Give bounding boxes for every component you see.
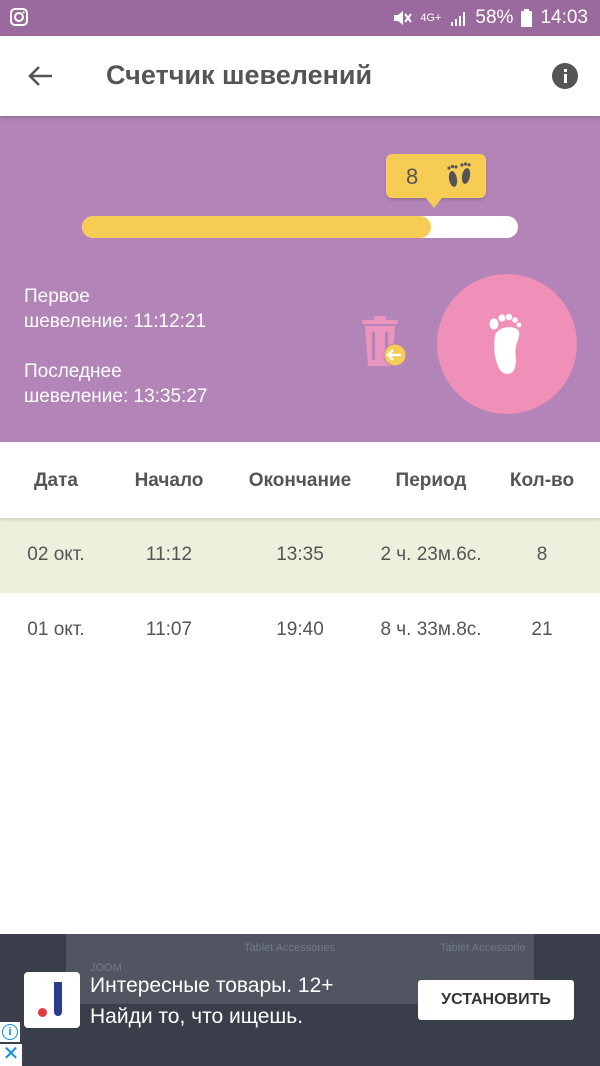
battery-icon bbox=[521, 9, 533, 27]
battery-percent: 58% bbox=[475, 7, 514, 28]
cell-end: 13:35 bbox=[276, 544, 324, 565]
instagram-icon bbox=[10, 8, 28, 26]
ad-subline: Найди то, что ищешь. bbox=[90, 1005, 304, 1028]
kick-count: 8 bbox=[406, 164, 419, 189]
table-row[interactable]: 02 окт. 11:12 13:35 2 ч. 23м.6с. 8 bbox=[0, 518, 600, 593]
page-title: Счетчик шевелений bbox=[106, 60, 373, 90]
info-icon[interactable] bbox=[552, 63, 578, 89]
progress-fill bbox=[82, 216, 431, 238]
column-header-count: Кол-во bbox=[509, 470, 575, 491]
last-kick-line2: шевеление: 13:35:27 bbox=[24, 386, 208, 407]
cell-start: 11:07 bbox=[145, 619, 193, 640]
cell-date: 01 окт. bbox=[27, 619, 85, 640]
baby-feet-icon bbox=[447, 162, 471, 187]
last-kick-line1: Последнее bbox=[24, 361, 122, 382]
signal-icon bbox=[451, 12, 466, 26]
column-header-date: Дата bbox=[34, 470, 78, 491]
mute-icon bbox=[394, 11, 413, 25]
status-bar: 4G+ 58% 14:03 bbox=[0, 0, 600, 36]
ad-close-icon[interactable]: ✕ bbox=[0, 1044, 22, 1066]
cell-date: 02 окт. bbox=[27, 544, 85, 565]
app-bar: Счетчик шевелений bbox=[0, 36, 600, 116]
counter-panel: 8 Первое шевеление: 11:12:21 Последнее ш… bbox=[0, 116, 600, 442]
undo-delete-icon[interactable] bbox=[356, 314, 408, 370]
cell-count: 21 bbox=[531, 619, 553, 640]
cell-start: 11:12 bbox=[145, 544, 193, 565]
progress-bar bbox=[82, 216, 518, 238]
ad-app-logo[interactable] bbox=[24, 972, 80, 1028]
cell-end: 19:40 bbox=[276, 619, 324, 640]
table-row[interactable]: 01 окт. 11:07 19:40 8 ч. 33м.8с. 21 bbox=[0, 593, 600, 668]
count-bubble: 8 bbox=[386, 154, 486, 208]
column-header-start: Начало bbox=[134, 470, 204, 491]
footprint-icon bbox=[489, 313, 522, 374]
column-header-period: Период bbox=[395, 470, 467, 491]
ad-install-button[interactable]: УСТАНОВИТЬ bbox=[418, 980, 574, 1020]
ad-headline: Интересные товары. 12+ bbox=[90, 974, 334, 997]
first-kick-label: Первое шевеление: 11:12:21 bbox=[24, 284, 206, 334]
first-kick-line1: Первое bbox=[24, 286, 90, 307]
cell-period: 8 ч. 33м.8с. bbox=[380, 619, 482, 640]
column-header-end: Окончание bbox=[248, 470, 352, 491]
kick-tap-button[interactable] bbox=[437, 274, 577, 414]
ad-info-icon[interactable]: i bbox=[0, 1022, 20, 1042]
table-header: Дата Начало Окончание Период Кол-во bbox=[0, 442, 600, 518]
first-kick-line2: шевеление: 11:12:21 bbox=[24, 311, 207, 332]
ad-banner[interactable]: Tablet Accessories Tablet Accessorie JOO… bbox=[0, 934, 600, 1066]
cell-period: 2 ч. 23м.6с. bbox=[380, 544, 482, 565]
ad-bg-text: Tablet Accessorie bbox=[440, 942, 526, 954]
ad-bg-text: JOOM bbox=[90, 962, 122, 974]
back-arrow-icon[interactable] bbox=[24, 60, 56, 92]
ad-bg-text: Tablet Accessories bbox=[244, 942, 336, 954]
cell-count: 8 bbox=[536, 544, 548, 565]
network-type: 4G+ bbox=[420, 12, 442, 24]
clock: 14:03 bbox=[540, 7, 588, 28]
last-kick-label: Последнее шевеление: 13:35:27 bbox=[24, 359, 207, 409]
